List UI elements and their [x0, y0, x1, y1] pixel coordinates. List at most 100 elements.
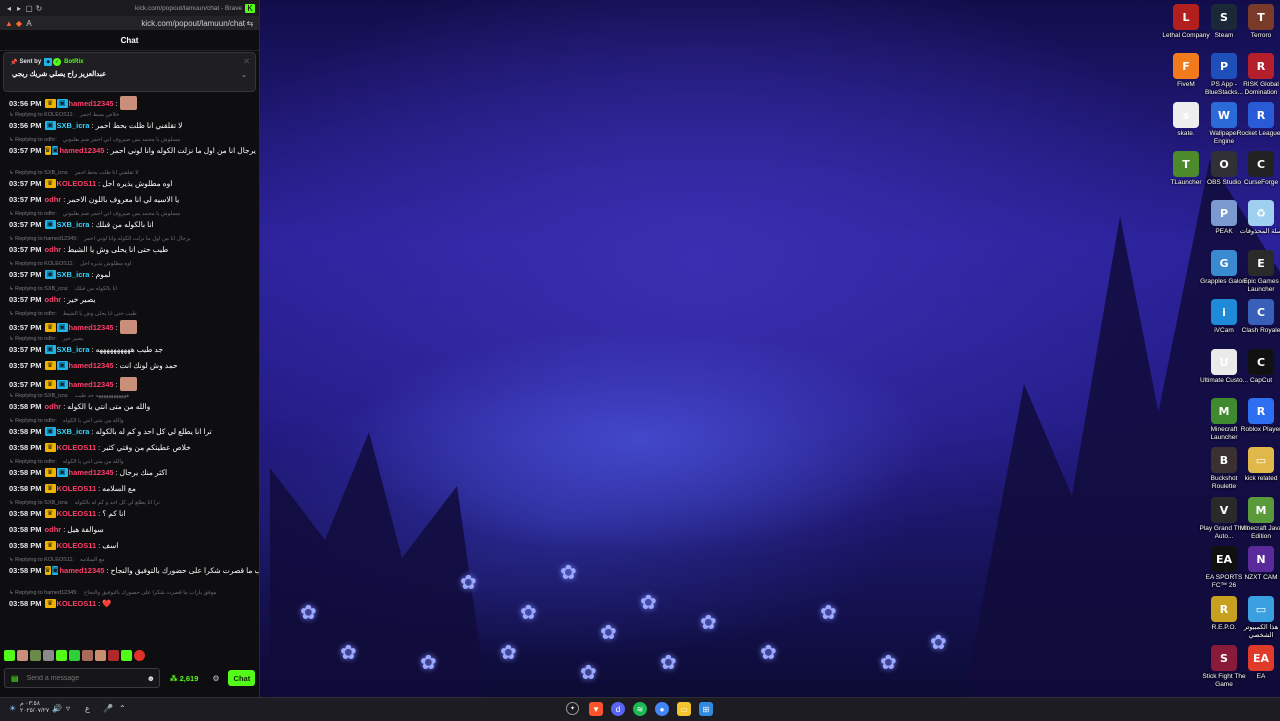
address-bar[interactable]: ▲ ◆ A kick.com/popout/lamuun/chat ⇆ [0, 16, 259, 30]
reply-context[interactable]: ↳ Replying to odhr: والله من متى انتي يا … [9, 459, 254, 465]
network-icon[interactable]: ▿ [66, 704, 70, 713]
tab-icon[interactable]: ▢ [24, 4, 34, 13]
message-username[interactable]: KOLEOS11 [57, 443, 97, 452]
message-input-box[interactable]: ▤ ☻ [4, 668, 160, 688]
spotify-taskbar-icon[interactable]: ≋ [633, 702, 647, 716]
reply-context[interactable]: ↳ Replying to KOLEOS11: خلاص بسط احمر [9, 112, 254, 118]
reply-context[interactable]: ↳ Replying to SXB_icra: ترا انا يطلع لي ك… [9, 500, 254, 506]
reply-context[interactable]: ↳ Replying to hamed12345: موفق ياراب ما ق… [9, 590, 254, 596]
chat-message[interactable]: 03:57 PM ♛ ▣ hamed12345: يرجال انا من اول ما… [9, 146, 256, 155]
message-username[interactable]: hamed12345 [69, 99, 114, 108]
chat-message[interactable]: 03:58 PM ♛ KOLEOS11: ❤️ [9, 599, 254, 608]
chat-message[interactable]: 03:57 PM ▣ SXB_icra: جد طيب ههههههههههه [9, 345, 254, 354]
pinned-message[interactable]: 📌 Sent by ◆ ✓ BotRix ⤫ عبدالعزيز راح يصل… [3, 52, 256, 92]
chat-message[interactable]: 03:57 PM ♛ ▣ hamed12345: [9, 320, 254, 334]
language-indicator[interactable]: ع [85, 704, 90, 713]
message-username[interactable]: SXB_icra [57, 427, 90, 436]
emote-icon[interactable] [4, 650, 15, 661]
chat-message[interactable]: 03:58 PM ♛ KOLEOS11: خلاص عطيتكم من وقتي كث… [9, 443, 254, 452]
desktop-icon[interactable]: M Minecraft Java Edition [1236, 497, 1280, 541]
message-input[interactable] [24, 673, 139, 683]
chat-message[interactable]: 03:58 PM ♛ KOLEOS11: انا كم ؟ [9, 509, 254, 518]
message-username[interactable]: KOLEOS11 [57, 179, 97, 188]
brave-shield-icon[interactable]: ◆ [14, 19, 24, 28]
tray-clock[interactable]: ٠٣:٥٨ م ٢٠٢٥/٠٧/٢٧ [20, 701, 49, 715]
windows-start-icon[interactable]: ⊞ [699, 702, 713, 716]
reply-context[interactable]: ↳ Replying to SXB_icra: لا تقلقني انا ظلت… [9, 170, 254, 176]
emote-icon[interactable] [56, 650, 67, 661]
reply-context[interactable]: ↳ Replying to odhr: طيب حتى انا يحلى وش ي… [9, 311, 254, 317]
share-icon[interactable]: ⇆ [245, 19, 255, 28]
desktop-icon[interactable]: EA EA [1236, 645, 1280, 681]
gear-icon[interactable]: ⚙ [212, 674, 219, 683]
message-username[interactable]: hamed12345 [69, 361, 114, 370]
chat-message[interactable]: 03:57 PM ▣ SXB_icra: انا بالكوله من قبلك [9, 220, 254, 229]
chevron-down-icon[interactable]: ⌄ [241, 71, 247, 82]
message-username[interactable]: SXB_icra [57, 270, 90, 279]
chat-message[interactable]: 03:57 PM odhr: يصير خير [9, 295, 254, 304]
volume-icon[interactable]: 🔊 [52, 704, 62, 713]
emote-icon[interactable] [134, 650, 145, 661]
message-username[interactable]: hamed12345 [69, 380, 114, 389]
chat-message[interactable]: 03:58 PM♛▣hamed12345:موفق ياراب ما قصرت … [9, 566, 259, 575]
message-username[interactable]: SXB_icra [57, 220, 90, 229]
message-username[interactable]: odhr [45, 295, 62, 304]
pinned-sender[interactable]: BotRix [64, 59, 83, 65]
desktop-icon[interactable]: R Roblox Player [1236, 398, 1280, 434]
translate-icon[interactable]: A [24, 19, 34, 28]
message-username[interactable]: KOLEOS11 [57, 599, 97, 608]
message-username[interactable]: hamed12345 [59, 146, 104, 155]
weather-icon[interactable]: ☀ [9, 704, 16, 713]
reply-context[interactable]: ↳ Replying to odhr: مسلوش يا محمد يس صيرو… [9, 137, 254, 143]
emote-icon[interactable] [69, 650, 80, 661]
desktop-icon[interactable]: R Rocket League® [1236, 102, 1280, 138]
message-username[interactable]: KOLEOS11 [57, 509, 97, 518]
taskbar-app-icon[interactable]: ✦ [566, 702, 579, 715]
chat-message[interactable]: 03:57 PM odhr: طيب حتى انا يحلى وش يا الشي… [9, 245, 254, 254]
chat-message[interactable]: 03:58 PM odhr: والله من متى انتي يا الكوله [9, 402, 254, 411]
address-url[interactable]: kick.com/popout/lamuun/chat [141, 19, 245, 28]
chat-message[interactable]: 03:57 PM ♛ KOLEOS11: اوه مطلوش يذيره اجل [9, 179, 254, 188]
message-username[interactable]: hamed12345 [69, 323, 114, 332]
tray-overflow-chevron-icon[interactable]: ⌃ [119, 704, 126, 713]
desktop-icon[interactable]: ▭ kick related [1236, 447, 1280, 483]
discord-taskbar-icon[interactable]: d [611, 702, 625, 716]
message-username[interactable]: KOLEOS11 [57, 541, 97, 550]
brave-taskbar-icon[interactable]: ▼ [589, 702, 603, 716]
chat-message[interactable]: 03:58 PM ♛ ▣ hamed12345: اكثر منك يرجال [9, 468, 254, 477]
back-icon[interactable]: ◂ [4, 4, 14, 13]
message-username[interactable]: SXB_icra [57, 345, 90, 354]
message-username[interactable]: SXB_icra [57, 121, 90, 130]
message-username[interactable]: hamed12345 [59, 566, 104, 575]
chat-message[interactable]: 03:57 PM ♛ ▣ hamed12345: [9, 377, 254, 391]
unpin-icon[interactable]: ⤫ [244, 59, 249, 66]
emote-icon[interactable] [108, 650, 119, 661]
emote-icon[interactable] [43, 650, 54, 661]
chat-message[interactable]: 03:56 PM ▣ SXB_icra: لا تقلقني انا ظلت بحط … [9, 121, 254, 130]
chat-message[interactable]: 03:58 PM odhr: سوالفة هيل [9, 525, 254, 534]
desktop-icon[interactable]: C CapCut [1236, 349, 1280, 385]
emote-icon[interactable] [121, 650, 132, 661]
reply-context[interactable]: ↳ Replying to odhr: مسلوش يا محمد يس صيرو… [9, 211, 254, 217]
desktop-icon[interactable]: T Terroro [1236, 4, 1280, 40]
chat-message[interactable]: 03:57 PM ▣ SXB_icra: لموم [9, 270, 254, 279]
message-username[interactable]: odhr [45, 195, 62, 204]
emote-icon[interactable] [17, 650, 28, 661]
emote-icon[interactable] [30, 650, 41, 661]
reply-context[interactable]: ↳ Replying to KOLEOS11: مع السلامه [9, 557, 254, 563]
chat-message[interactable]: 03:58 PM ▣ SXB_icra: ترا انا يطلع لي كل احد… [9, 427, 254, 436]
reply-context[interactable]: ↳ Replying to odhr: يصير خير [9, 336, 254, 342]
message-username[interactable]: odhr [45, 525, 62, 534]
desktop-icon[interactable]: C CurseForge [1236, 151, 1280, 187]
desktop-icon[interactable]: N NZXT CAM [1236, 546, 1280, 582]
chat-message[interactable]: 03:57 PM odhr: يا الاسيه لي انا معروف بالل… [9, 195, 254, 204]
emoji-icon[interactable]: ☻ [147, 674, 155, 683]
chat-message[interactable]: 03:56 PM ♛ ▣ hamed12345: [9, 96, 254, 110]
desktop-icon[interactable]: C Clash Royale [1236, 299, 1280, 335]
reply-context[interactable]: ↳ Replying to SXB_icra: انا بالكوله من قب… [9, 286, 254, 292]
message-username[interactable]: odhr [45, 245, 62, 254]
desktop-icon[interactable]: E Epic Games Launcher [1236, 250, 1280, 294]
reply-context[interactable]: ↳ Replying to hamed12345: يرجال انا من او… [9, 236, 254, 242]
desktop-icon[interactable]: ▭ هذا الكمبيوتر الشخصي [1236, 596, 1280, 640]
forward-icon[interactable]: ▸ [14, 4, 24, 13]
